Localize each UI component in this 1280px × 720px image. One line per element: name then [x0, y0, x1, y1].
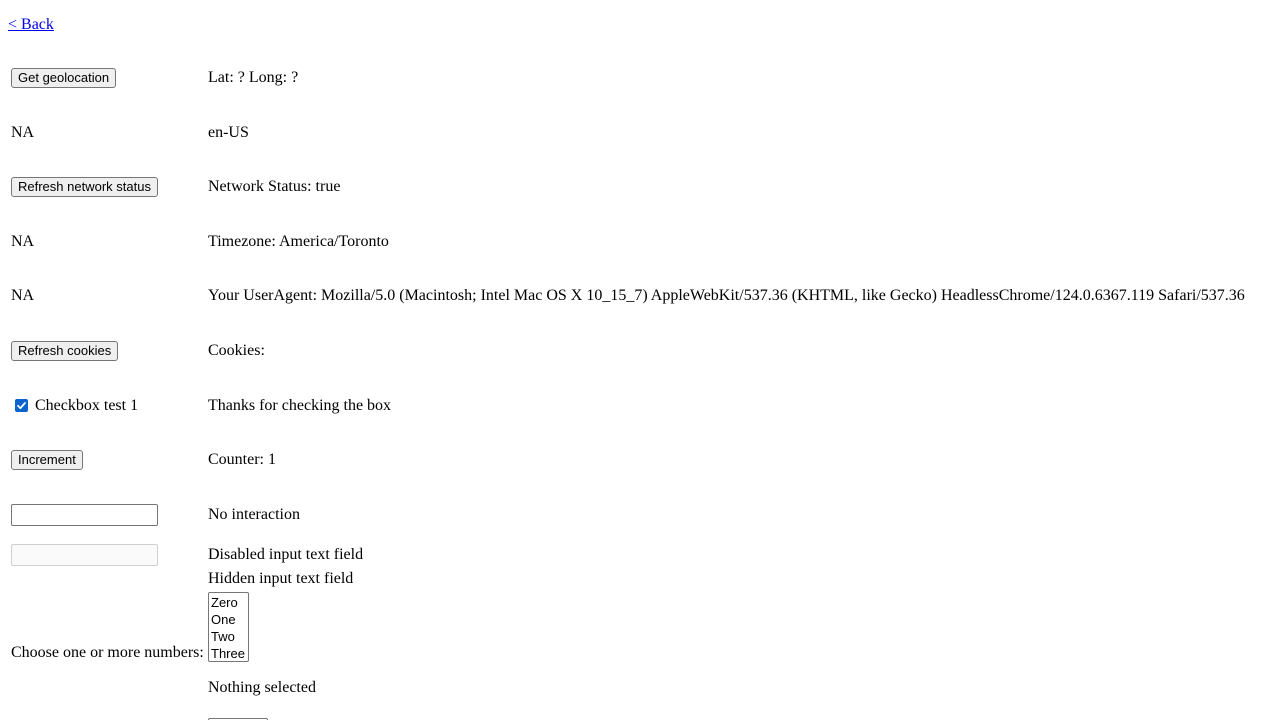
- refresh-network-status-button[interactable]: Refresh network status: [11, 177, 158, 197]
- multi-select-result: Nothing selected: [208, 679, 316, 696]
- back-link[interactable]: < Back: [8, 16, 54, 34]
- test-page: < Back Get geolocation Lat: ? Long: ? NA…: [0, 0, 1280, 720]
- geolocation-result: Lat: ? Long: ?: [208, 69, 299, 86]
- multi-select-label: Choose one or more numbers:: [11, 644, 204, 661]
- useragent-result: Your UserAgent: Mozilla/5.0 (Macintosh; …: [208, 287, 1245, 304]
- checkbox-result: Thanks for checking the box: [208, 397, 392, 414]
- option-one[interactable]: One: [209, 611, 248, 628]
- text-input-result: No interaction: [208, 506, 300, 523]
- option-zero[interactable]: Zero: [209, 594, 248, 611]
- disabled-input-label: Disabled input text field: [208, 546, 364, 563]
- useragent-na-label: NA: [11, 287, 35, 304]
- text-input-field[interactable]: [11, 504, 158, 526]
- timezone-result: Timezone: America/Toronto: [208, 233, 389, 250]
- language-result: en-US: [208, 124, 249, 141]
- checkbox-label: Checkbox test 1: [35, 397, 139, 414]
- checkbox-test-1[interactable]: [15, 399, 28, 412]
- checkmark-icon: [17, 402, 26, 410]
- refresh-cookies-button[interactable]: Refresh cookies: [11, 341, 119, 361]
- numbers-listbox[interactable]: Zero One Two Three: [208, 592, 249, 662]
- increment-button[interactable]: Increment: [11, 450, 83, 470]
- timezone-na-label: NA: [11, 233, 35, 250]
- cookies-result: Cookies:: [208, 342, 265, 359]
- disabled-input-field: [11, 544, 158, 566]
- option-three[interactable]: Three: [209, 645, 248, 661]
- counter-result: Counter: 1: [208, 451, 276, 468]
- language-na-label: NA: [11, 124, 35, 141]
- network-status-result: Network Status: true: [208, 178, 341, 195]
- option-two[interactable]: Two: [209, 628, 248, 645]
- get-geolocation-button[interactable]: Get geolocation: [11, 68, 117, 88]
- hidden-input-label: Hidden input text field: [208, 570, 354, 587]
